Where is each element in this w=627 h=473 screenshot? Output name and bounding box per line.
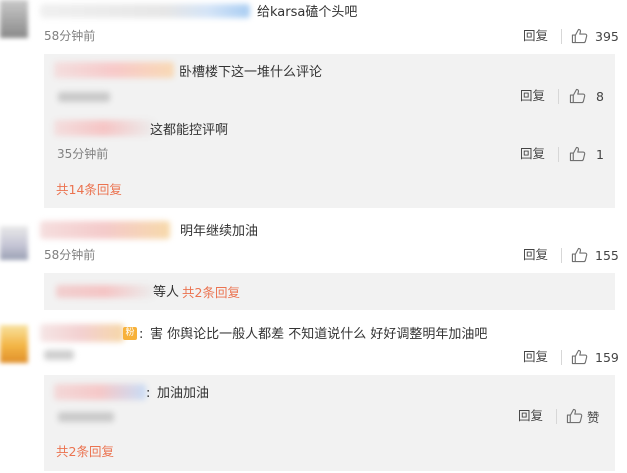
reply-button[interactable]: 回复 — [518, 408, 543, 424]
divider — [556, 409, 557, 424]
avatar[interactable] — [0, 0, 28, 38]
like-label: 赞 — [587, 409, 600, 425]
username[interactable] — [40, 221, 170, 239]
username[interactable] — [54, 384, 146, 400]
thumbs-up-icon — [571, 349, 588, 365]
divider — [558, 89, 559, 104]
comment-text: 明年继续加油 — [180, 224, 259, 239]
timestamp: 35分钟前 — [57, 147, 109, 161]
comment-text: 给karsa磕个头吧 — [257, 5, 358, 20]
divider — [558, 147, 559, 162]
view-more-replies-link[interactable]: 共2条回复 — [56, 444, 114, 460]
reply-button[interactable]: 回复 — [520, 146, 545, 162]
like-count: 155 — [595, 247, 619, 263]
view-more-replies-link[interactable]: 共2条回复 — [182, 285, 240, 301]
like-button[interactable]: 赞 — [566, 407, 600, 425]
reply-usernames[interactable] — [56, 285, 154, 298]
reply-button[interactable]: 回复 — [520, 88, 545, 104]
reply-summary-text: 等人 — [153, 285, 180, 300]
like-count: 395 — [595, 28, 619, 44]
colon: : — [146, 386, 151, 401]
username[interactable] — [40, 4, 250, 18]
reply-list: : 加油加油 回复 赞 共2条回复 — [44, 375, 615, 471]
timestamp: 58分钟前 — [44, 248, 96, 262]
username[interactable] — [40, 324, 124, 342]
view-more-replies-link[interactable]: 共14条回复 — [56, 182, 122, 198]
divider — [561, 29, 562, 44]
reply-list: 卧槽楼下这一堆什么评论 回复 8 这都能控评啊 35分钟前 回复 1 共14条回… — [44, 54, 615, 208]
like-count: 1 — [596, 146, 604, 162]
reply-button[interactable]: 回复 — [523, 247, 548, 263]
like-button[interactable]: 1 — [569, 145, 604, 163]
username[interactable] — [54, 62, 174, 78]
avatar[interactable] — [0, 325, 28, 363]
like-button[interactable]: 8 — [569, 87, 604, 105]
avatar[interactable] — [0, 226, 28, 260]
like-button[interactable]: 395 — [571, 27, 619, 45]
username[interactable] — [54, 120, 154, 136]
thumbs-up-icon — [569, 146, 586, 162]
thumbs-up-icon — [566, 408, 583, 424]
colon: : — [139, 327, 144, 342]
comment-text: 加油加油 — [157, 386, 210, 401]
thumbs-up-icon — [571, 28, 588, 44]
divider — [561, 350, 562, 365]
reply-summary: 等人 共2条回复 — [44, 273, 615, 310]
like-count: 8 — [596, 88, 604, 104]
reply-button[interactable]: 回复 — [523, 349, 548, 365]
comment-text: 这都能控评啊 — [150, 123, 229, 138]
comment-text: 害 你舆论比一般人都差 不知道说什么 好好调整明年加油吧 — [150, 327, 488, 342]
reply-button[interactable]: 回复 — [523, 28, 548, 44]
timestamp-blurred — [44, 350, 74, 360]
timestamp-blurred — [58, 92, 110, 102]
divider — [561, 248, 562, 263]
like-button[interactable]: 159 — [571, 348, 619, 366]
comment-text: 卧槽楼下这一堆什么评论 — [179, 65, 323, 80]
like-button[interactable]: 155 — [571, 246, 619, 264]
fan-badge-icon: 粉 — [123, 327, 137, 340]
timestamp: 58分钟前 — [44, 29, 96, 43]
thumbs-up-icon — [571, 247, 588, 263]
like-count: 159 — [595, 349, 619, 365]
timestamp-blurred — [58, 412, 114, 422]
thumbs-up-icon — [569, 88, 586, 104]
